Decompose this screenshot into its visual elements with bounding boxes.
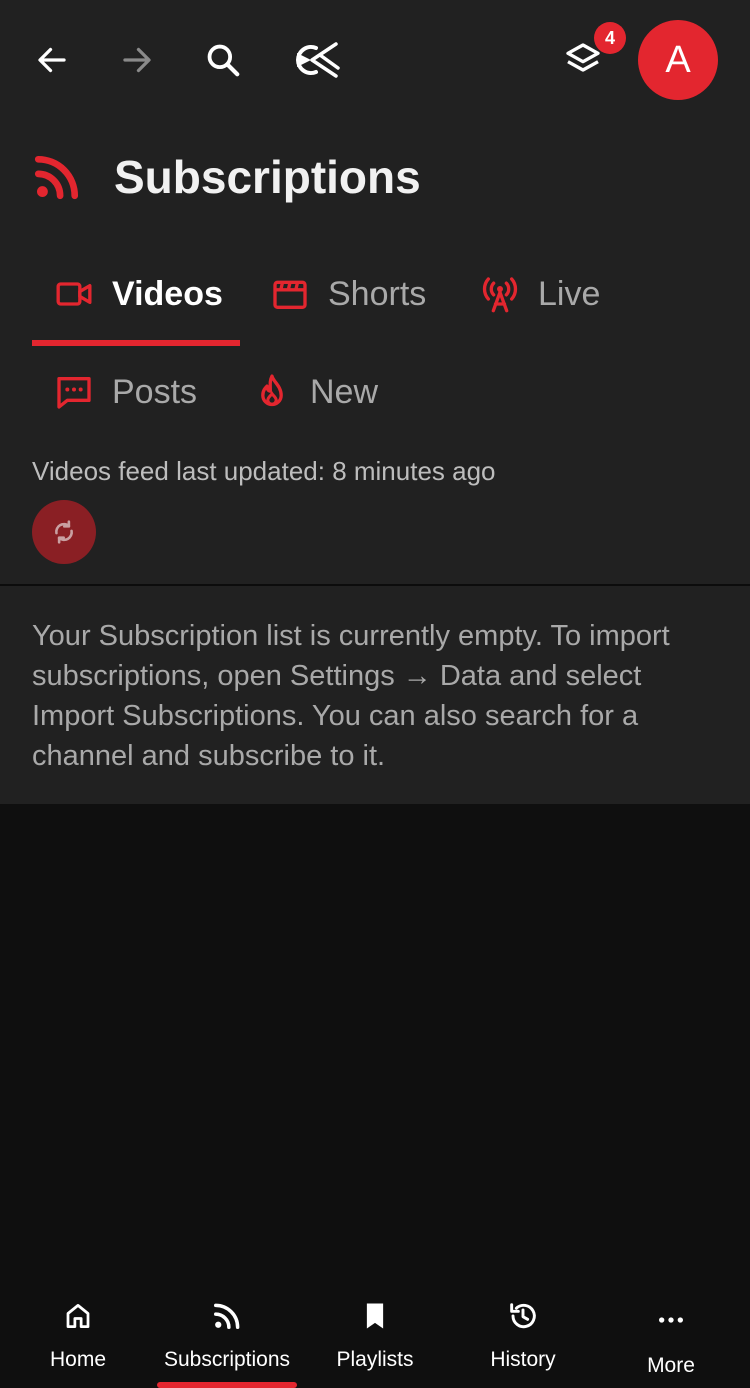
tab-label: Live [538, 274, 601, 313]
tab-label: Posts [112, 372, 198, 411]
tab-live[interactable]: Live [480, 254, 600, 334]
empty-state-message: Your Subscription list is currently empt… [32, 620, 670, 772]
forward-button[interactable] [107, 30, 167, 90]
feed-updated-text: Videos feed last updated: 8 minutes ago [32, 456, 496, 486]
rss-icon [214, 1303, 240, 1329]
bookmark-icon [366, 1303, 384, 1329]
nav-label: Playlists [336, 1348, 414, 1371]
more-dots-icon [659, 1317, 683, 1323]
tab-shorts[interactable]: Shorts [270, 254, 426, 334]
top-app-bar: 4 A [0, 0, 750, 122]
back-arrow-icon [38, 47, 66, 73]
nav-history[interactable]: History [468, 1280, 578, 1388]
tab-label: Shorts [328, 274, 427, 313]
message-bubble-icon [57, 377, 91, 409]
nav-label: History [490, 1348, 556, 1371]
avatar[interactable]: A [638, 20, 718, 100]
nav-label: Subscriptions [163, 1348, 291, 1371]
tab-videos[interactable]: Videos [54, 254, 223, 334]
nav-home[interactable]: Home [28, 1280, 128, 1388]
video-camera-icon [56, 282, 92, 306]
refresh-icon [55, 520, 73, 544]
page-title: Subscriptions [114, 151, 421, 203]
broadcast-tower-icon [482, 277, 518, 313]
app-logo-button[interactable] [283, 30, 343, 90]
fire-icon [261, 374, 283, 407]
tab-label: New [310, 372, 379, 411]
home-icon [66, 1304, 90, 1328]
empty-state-card: Your Subscription list is currently empt… [0, 586, 750, 804]
page-title-row: Subscriptions [32, 146, 421, 208]
subscriptions-header-panel: Subscriptions Videos Shorts Live Posts N… [0, 122, 750, 584]
rss-icon [34, 155, 79, 200]
tab-label: Videos [112, 274, 223, 313]
search-button[interactable] [193, 30, 253, 90]
active-nav-indicator [157, 1382, 297, 1388]
nav-more[interactable]: More [616, 1280, 726, 1388]
history-icon [510, 1303, 536, 1329]
nav-label: Home [49, 1348, 107, 1371]
clapperboard-icon [273, 280, 307, 309]
logo-icon [296, 42, 340, 78]
tab-new[interactable]: New [252, 352, 378, 432]
search-icon [207, 44, 240, 77]
notification-badge: 4 [594, 22, 626, 54]
nav-playlists[interactable]: Playlists [320, 1280, 430, 1388]
active-tab-indicator [32, 340, 240, 346]
back-button[interactable] [22, 30, 82, 90]
tab-posts[interactable]: Posts [54, 352, 197, 432]
refresh-button[interactable] [32, 500, 96, 564]
nav-subscriptions[interactable]: Subscriptions [152, 1280, 302, 1388]
nav-label: More [647, 1354, 695, 1377]
forward-arrow-icon [123, 47, 151, 73]
bottom-navigation: Home Subscriptions Playlists History Mor… [0, 1280, 750, 1388]
